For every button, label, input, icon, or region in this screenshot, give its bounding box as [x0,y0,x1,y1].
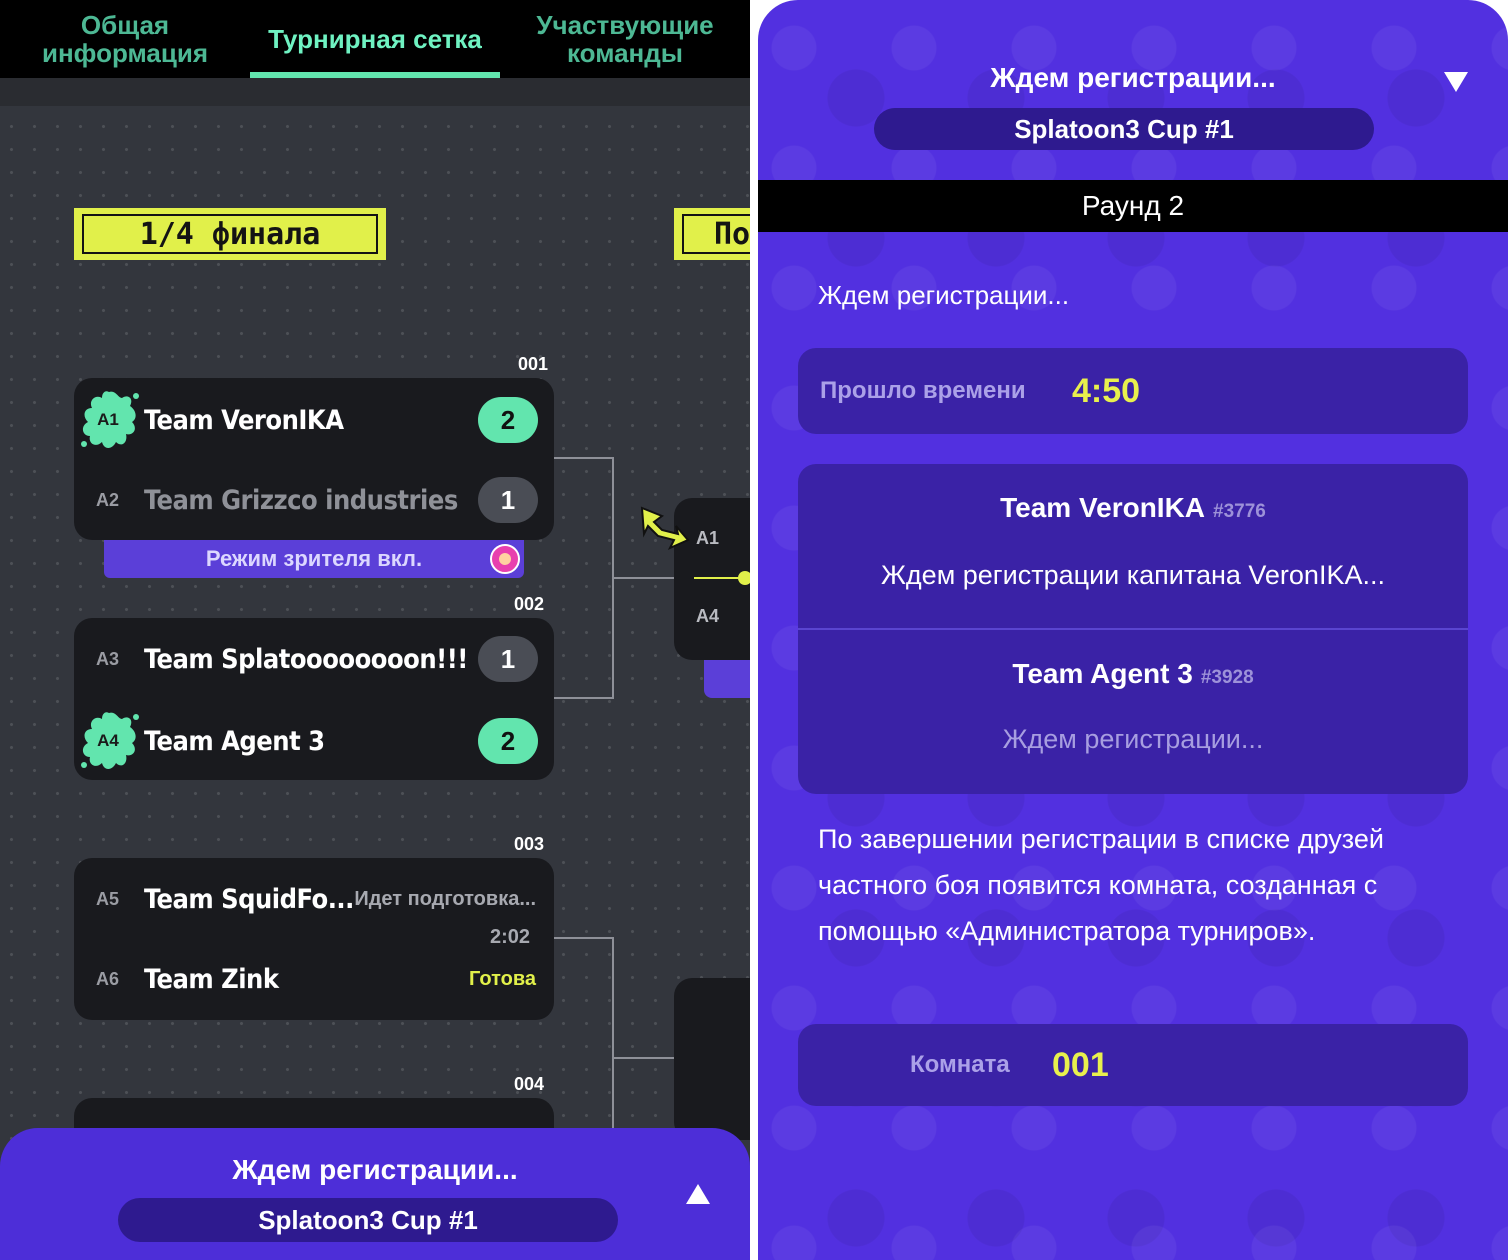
bracket-connector [612,577,674,579]
tab-bracket[interactable]: Турнирная сетка [250,0,500,78]
cup-name-pill: Splatoon3 Cup #1 [874,108,1374,150]
score-badge: 1 [478,636,538,682]
match-card-003[interactable]: A5 Team SquidFo... Идет подготовка... 2:… [74,858,554,1020]
round-label: 1/4 финала [139,216,321,252]
seed-label: A1 [97,410,119,429]
chevron-down-icon[interactable] [1444,72,1468,92]
team-status-message: Ждем регистрации капитана VeronIKA... [881,560,1385,590]
top-navigation: Общая информация Турнирная сетка Участву… [0,0,750,78]
team-title: Team VeronIKA #3776 [798,492,1468,524]
match-row: A4 Team Agent 3 2 [74,711,554,771]
sheet-title: Ждем регистрации... [990,62,1276,93]
team-name: Team Agent 3 [1012,658,1193,689]
match-row: A3 Team Splatoooooooon!!! 1 [74,629,554,689]
next-match-bar [704,660,750,698]
bracket-connector [554,697,614,699]
team-name: Team Agent 3 [144,725,325,757]
match-status: Идет подготовка... [354,887,536,910]
team-name: Team Splatoooooooon!!! [144,643,468,675]
match-row: A2 Team Grizzco industries 1 [74,470,554,530]
winner-line [694,577,744,579]
match-row: A6 Team Zink Готова [74,949,554,1009]
round-bar: Раунд 2 [758,180,1508,232]
splat-seed-icon: A1 [78,386,140,454]
elapsed-value: 4:50 [1072,371,1141,410]
round-badge-quarterfinal: 1/4 финала [74,208,386,260]
match-card-002[interactable]: A3 Team Splatoooooooon!!! 1 A4 Team Agen… [74,618,554,780]
seed-label: A4 [696,606,720,626]
match-detail-sheet: Ждем регистрации... Splatoon3 Cup #1 Рау… [758,0,1508,1260]
bracket-connector [554,937,614,939]
seed-label: A3 [96,648,120,669]
tab-general-info[interactable]: Общая информация [0,0,250,78]
winner-dot [738,571,750,585]
team-title: Team Agent 3 #3928 [798,658,1468,690]
screen-divider [750,0,758,1260]
tab-teams[interactable]: Участвующие команды [500,0,750,78]
bottom-sheet[interactable]: Ждем регистрации... Splatoon3 Cup #1 [0,1128,750,1260]
match-number: 003 [513,834,544,854]
ready-status: Готова [469,967,536,990]
team-id: #3928 [1200,667,1254,688]
team-id: #3776 [1213,501,1266,522]
bracket-connector [612,1057,674,1059]
team-name: Team VeronIKA [1000,492,1206,523]
seed-label: A5 [96,888,120,909]
score-badge: 2 [478,397,538,443]
cup-name-pill: Splatoon3 Cup #1 [118,1198,618,1242]
status-text: Ждем регистрации... [818,280,1070,310]
match-number: 001 [517,354,548,374]
room-panel: Комната 001 [798,1024,1468,1106]
bracket-connector [554,457,614,459]
spectator-mode-bar[interactable]: Режим зрителя вкл. [104,540,524,578]
spectator-mode-label: Режим зрителя вкл. [205,546,423,571]
spectator-avatar-icon [490,544,520,574]
match-row: A5 Team SquidFo... Идет подготовка... [74,869,554,929]
score-badge: 1 [478,477,538,523]
seed-label: A4 [97,731,119,750]
info-paragraph: По завершении регистрации в списке друзе… [818,824,1384,946]
sheet-title: Ждем регистрации... [232,1154,518,1185]
match-number: 004 [513,1074,544,1094]
team-name: Team SquidFo... [144,883,354,915]
elapsed-label: Прошло времени [820,377,1026,404]
next-match-card[interactable] [674,978,750,1140]
team-name: Team Grizzco industries [144,484,458,516]
match-number: 002 [513,594,544,614]
room-label: Комната [910,1051,1010,1078]
sub-header-bar [0,78,750,106]
team-name: Team VeronIKA [144,404,344,436]
elapsed-time-panel: Прошло времени 4:50 [798,348,1468,434]
match-timer: 2:02 [489,926,530,948]
next-round-label: По [714,216,750,252]
seed-label: A1 [696,528,720,548]
score-badge: 2 [478,718,538,764]
teams-panel: Team VeronIKA #3776 Ждем регистрации капи… [798,464,1468,794]
chevron-up-icon[interactable] [686,1184,710,1204]
room-value: 001 [1052,1045,1109,1084]
seed-label: A6 [96,968,120,989]
team-name: Team Zink [144,963,279,995]
pointer-arrow-icon [640,506,690,551]
splat-seed-icon: A4 [78,707,140,775]
match-card-001[interactable]: A1 Team VeronIKA 2 A2 Team Grizzco indus… [74,378,554,540]
round-badge-next: По [674,208,750,260]
match-row: A1 Team VeronIKA 2 [74,390,554,450]
panel-divider [798,628,1468,630]
seed-label: A2 [96,489,120,510]
bracket-screen: Общая информация Турнирная сетка Участву… [0,0,750,1260]
team-status-message: Ждем регистрации... [1002,724,1264,754]
